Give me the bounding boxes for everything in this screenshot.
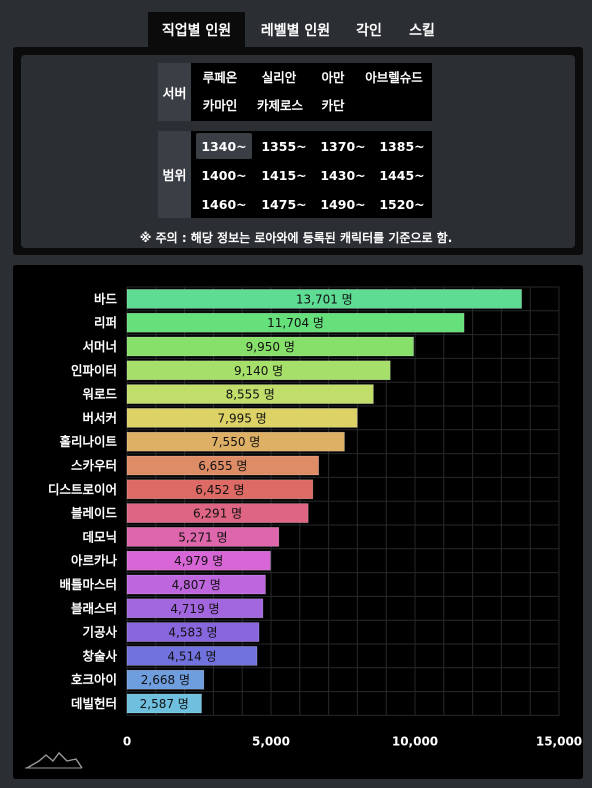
value-label: 13,701 명: [296, 292, 353, 306]
server-option[interactable]: 아브렐슈드: [360, 64, 428, 90]
category-label: 바드: [94, 291, 118, 306]
value-label: 7,550 명: [211, 435, 260, 449]
x-tick-label: 10,000: [392, 734, 438, 748]
x-tick-label: 0: [123, 734, 131, 748]
category-label: 데빌헌터: [71, 696, 117, 711]
server-option[interactable]: 루페온: [195, 64, 245, 90]
range-group-label: 범위: [158, 131, 191, 218]
server-option[interactable]: 실리안: [254, 64, 304, 90]
value-label: 8,555 명: [226, 388, 275, 402]
server-option[interactable]: 카단: [313, 92, 353, 118]
value-label: 9,950 명: [246, 340, 295, 354]
category-label: 호크아이: [71, 672, 117, 687]
category-label: 블래스터: [71, 601, 117, 616]
filter-content: 서버 루페온 실리안 아만 아브렐슈드 카마인 카제로스 카단 범위 1340~…: [0, 0, 592, 260]
range-option-selected[interactable]: 1340~: [196, 133, 252, 159]
filter-note: ※ 주의 : 해당 정보는 로아와에 등록된 캐릭터를 기준으로 함.: [139, 231, 453, 245]
range-option[interactable]: 1370~: [315, 133, 371, 159]
value-label: 6,655 명: [198, 459, 247, 473]
range-option[interactable]: 1385~: [374, 133, 430, 159]
value-label: 4,514 명: [167, 649, 216, 663]
category-label: 블레이드: [71, 506, 118, 521]
chart-logo-icon: [25, 751, 83, 769]
category-label: 버서커: [82, 410, 117, 425]
value-label: 6,291 명: [193, 507, 242, 521]
range-option[interactable]: 1400~: [196, 162, 252, 188]
category-label: 워로드: [82, 387, 117, 402]
category-label: 리퍼: [94, 315, 117, 330]
range-option[interactable]: 1475~: [256, 191, 312, 217]
value-label: 2,587 명: [140, 697, 189, 711]
range-option[interactable]: 1460~: [196, 191, 252, 217]
server-option[interactable]: 카마인: [195, 92, 245, 118]
category-label: 디스트로이어: [48, 482, 117, 497]
category-label: 창술사: [82, 648, 117, 663]
server-option[interactable]: 카제로스: [251, 92, 309, 118]
x-tick-label: 15,000: [536, 734, 582, 748]
value-label: 4,807 명: [172, 578, 221, 592]
value-label: 6,452 명: [195, 483, 244, 497]
value-label: 4,979 명: [174, 554, 223, 568]
range-option[interactable]: 1490~: [315, 191, 371, 217]
server-group-label: 서버: [158, 63, 191, 121]
category-label: 서머너: [82, 339, 117, 354]
value-label: 4,583 명: [168, 626, 217, 640]
value-label: 7,995 명: [218, 411, 267, 425]
server-option[interactable]: 아만: [313, 64, 353, 90]
category-label: 인파이터: [71, 363, 117, 378]
chart-panel: 바드 13,701 명리퍼 11,704 명서머너 9,950 명인파이터 9,140 …: [13, 265, 583, 779]
category-label: 기공사: [82, 625, 117, 640]
range-option[interactable]: 1430~: [315, 162, 371, 188]
category-label: 배틀마스터: [59, 577, 117, 592]
x-tick-label: 5,000: [252, 734, 290, 748]
value-label: 4,719 명: [170, 602, 219, 616]
value-label: 2,668 명: [141, 673, 190, 687]
value-label: 5,271 명: [178, 530, 227, 544]
category-label: 스카우터: [71, 458, 117, 473]
range-option[interactable]: 1415~: [256, 162, 312, 188]
range-option[interactable]: 1445~: [374, 162, 430, 188]
chart-logo-line: [26, 751, 83, 769]
category-label: 아르카나: [71, 553, 118, 568]
range-option[interactable]: 1355~: [256, 133, 312, 159]
category-label: 홀리나이트: [59, 434, 117, 449]
range-option[interactable]: 1520~: [374, 191, 430, 217]
category-label: 데모닉: [82, 529, 117, 544]
bar-chart: 바드 13,701 명리퍼 11,704 명서머너 9,950 명인파이터 9,140 …: [25, 286, 582, 769]
value-label: 9,140 명: [234, 364, 283, 378]
value-label: 11,704 명: [267, 316, 324, 330]
